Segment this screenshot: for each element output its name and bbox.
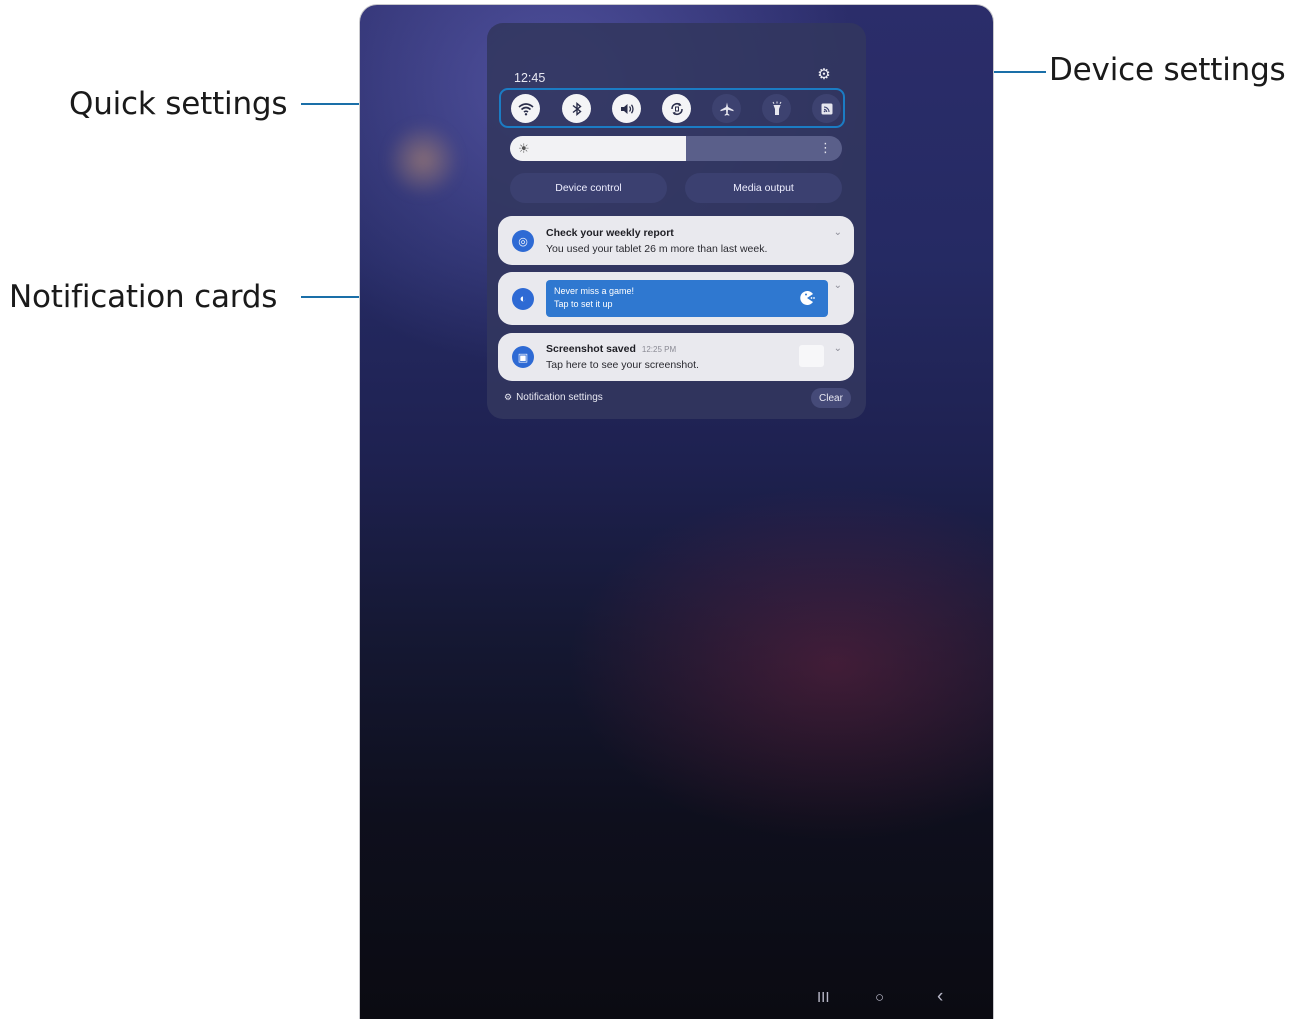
chevron-down-icon[interactable]: ⌄: [834, 227, 842, 238]
tablet-screen: 12:45 ⚙ ☀ ⋮ Device control Media output …: [359, 4, 994, 1019]
device-control-button[interactable]: Device control: [510, 173, 667, 203]
cast-icon[interactable]: [812, 94, 841, 123]
notification-panel: 12:45 ⚙ ☀ ⋮ Device control Media output …: [487, 23, 866, 419]
pacman-icon: [800, 291, 815, 305]
status-clock: 12:45: [514, 71, 546, 85]
callout-notification-cards: Notification cards: [9, 279, 278, 315]
game-launcher-icon: ◐: [512, 288, 534, 310]
callout-quick-settings: Quick settings: [69, 86, 288, 122]
notification-time: 12:25 PM: [641, 345, 677, 354]
gear-icon[interactable]: ⚙: [816, 67, 832, 83]
sun-icon: ☀: [518, 141, 530, 156]
quick-settings-row: [499, 88, 845, 128]
chevron-down-icon[interactable]: ⌄: [834, 280, 842, 291]
recents-button[interactable]: III: [817, 989, 830, 1006]
wifi-icon[interactable]: [511, 94, 540, 123]
rotate-icon[interactable]: [662, 94, 691, 123]
game-banner[interactable]: Never miss a game! Tap to set it up: [546, 280, 828, 317]
notification-card-game[interactable]: ◐ Never miss a game! Tap to set it up ⌄: [498, 272, 854, 325]
back-button[interactable]: ‹: [937, 986, 943, 1008]
chevron-down-icon[interactable]: ⌄: [834, 343, 842, 354]
notification-title: Check your weekly report: [546, 227, 674, 239]
brightness-fill: [510, 136, 686, 161]
digital-wellbeing-icon: ◎: [512, 230, 534, 252]
gear-icon: ⚙: [504, 392, 513, 402]
callout-device-settings: Device settings: [1049, 52, 1286, 88]
gallery-icon: ▣: [512, 346, 534, 368]
notification-body: Tap to set it up: [554, 299, 613, 309]
home-button[interactable]: ○: [875, 989, 884, 1006]
notification-title: Never miss a game!: [554, 286, 635, 296]
notification-body: Tap here to see your screenshot.: [546, 359, 699, 371]
wallpaper-glow: [388, 120, 458, 200]
airplane-icon[interactable]: [712, 94, 741, 123]
more-options-icon[interactable]: ⋮: [819, 140, 832, 155]
notification-settings-label: Notification settings: [516, 392, 603, 403]
volume-icon[interactable]: [612, 94, 641, 123]
media-output-button[interactable]: Media output: [685, 173, 842, 203]
brightness-slider[interactable]: ☀ ⋮: [510, 136, 842, 161]
screenshot-thumbnail: [799, 345, 824, 367]
notification-body: You used your tablet 26 m more than last…: [546, 243, 768, 255]
notification-card-weekly-report[interactable]: ◎ Check your weekly report You used your…: [498, 216, 854, 265]
notification-title: Screenshot saved 12:25 PM: [546, 343, 677, 355]
bluetooth-icon[interactable]: [562, 94, 591, 123]
notification-card-screenshot[interactable]: ▣ Screenshot saved 12:25 PM Tap here to s…: [498, 333, 854, 381]
notification-settings-link[interactable]: ⚙ Notification settings: [504, 392, 603, 403]
clear-button[interactable]: Clear: [811, 388, 851, 408]
flashlight-icon[interactable]: [762, 94, 791, 123]
